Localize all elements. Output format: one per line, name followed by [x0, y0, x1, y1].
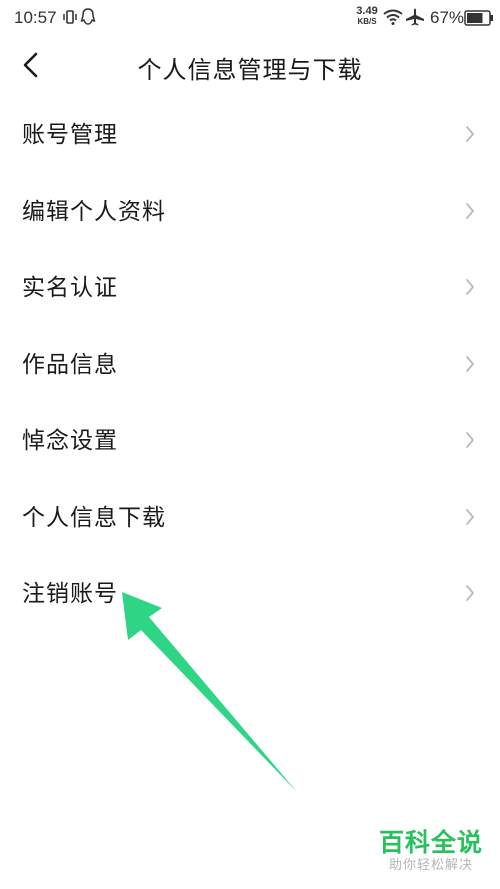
chevron-right-icon: [464, 354, 476, 378]
status-bar: 10:57 3.49 KB/S 67%: [0, 0, 500, 36]
net-speed-value: 3.49: [356, 5, 378, 17]
wifi-icon: [383, 9, 403, 30]
menu-item-label: 注销账号: [22, 581, 118, 607]
page-title: 个人信息管理与下载: [137, 56, 363, 84]
settings-menu: 账号管理 编辑个人资料 实名认证 作品信息 悼念设置 个人信息下载 注销账号: [0, 96, 500, 632]
net-speed: 3.49 KB/S: [354, 6, 380, 27]
menu-item-memorial-settings[interactable]: 悼念设置: [0, 402, 500, 479]
chevron-right-icon: [464, 583, 476, 607]
menu-item-cancel-account[interactable]: 注销账号: [0, 555, 500, 632]
menu-item-works-info[interactable]: 作品信息: [0, 326, 500, 403]
menu-item-label: 账号管理: [22, 122, 118, 148]
status-time: 10:57: [14, 8, 57, 27]
menu-item-label: 编辑个人资料: [22, 198, 166, 225]
battery-percent: 67%: [430, 8, 465, 27]
watermark-title: 百科全说: [378, 828, 483, 857]
app-header: 个人信息管理与下载: [0, 36, 500, 96]
vibrate-icon: [62, 9, 78, 30]
menu-item-label: 作品信息: [22, 351, 118, 378]
menu-item-edit-profile[interactable]: 编辑个人资料: [0, 173, 500, 250]
menu-item-label: 个人信息下载: [22, 504, 166, 531]
chevron-right-icon: [464, 124, 476, 148]
watermark: 百科全说 助你轻松解决: [376, 829, 486, 875]
net-speed-unit: KB/S: [357, 17, 377, 26]
chevron-right-icon: [464, 507, 476, 531]
watermark-subtitle: 助你轻松解决: [388, 858, 473, 873]
chevron-right-icon: [464, 277, 476, 301]
menu-item-account-management[interactable]: 账号管理: [0, 96, 500, 173]
menu-item-real-name-verification[interactable]: 实名认证: [0, 249, 500, 326]
airplane-icon: [405, 8, 425, 31]
qq-icon: [80, 8, 96, 31]
menu-item-label: 悼念设置: [22, 428, 118, 454]
battery-icon: [464, 10, 494, 31]
chevron-right-icon: [464, 430, 476, 454]
chevron-right-icon: [464, 201, 476, 225]
menu-item-personal-info-download[interactable]: 个人信息下载: [0, 479, 500, 556]
menu-item-label: 实名认证: [22, 275, 118, 301]
